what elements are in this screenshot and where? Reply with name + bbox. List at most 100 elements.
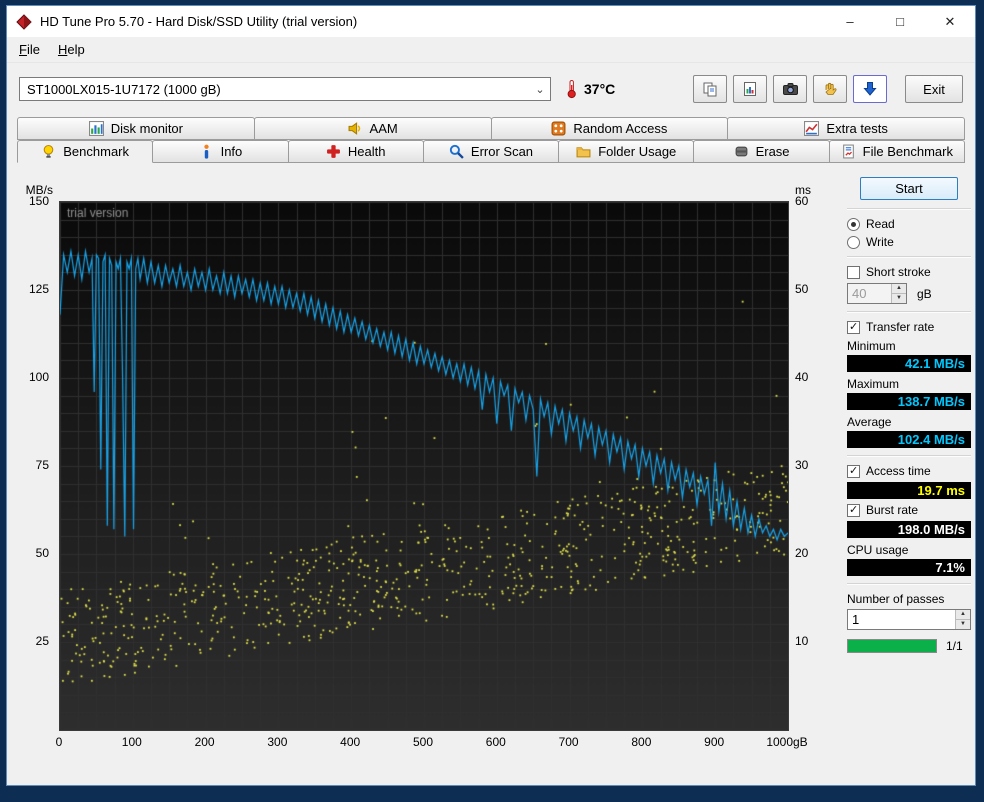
tab-label: File Benchmark [863,144,953,159]
tab-row-bottom: Benchmark Info Health [17,140,965,163]
tab-label: Erase [756,144,790,159]
camera-icon [782,81,799,97]
benchmark-page: MB/s ms 150125100755025 605040302010 010… [7,163,975,769]
x-tick: 900 [704,735,724,749]
read-radio[interactable] [847,218,860,231]
minimum-label: Minimum [847,339,971,353]
y-tick-right: 30 [795,458,808,472]
menubar: File Help [7,37,975,63]
write-radio-row[interactable]: Write [847,235,971,249]
benchmark-controls: Start Read Write Short stroke 40 ▲▼ gB [847,175,971,653]
tab-row-top: Disk monitor AAM Random Access [17,117,965,140]
tab-info[interactable]: Info [152,140,288,163]
separator [847,583,971,585]
transfer-rate-label: Transfer rate [866,320,934,334]
short-stroke-size-input[interactable]: 40 ▲▼ [847,283,907,304]
tab-erase[interactable]: Erase [693,140,829,163]
tab-health[interactable]: Health [288,140,424,163]
menu-file[interactable]: File [10,39,49,60]
short-stroke-checkbox[interactable] [847,266,860,279]
burst-rate-checkbox[interactable] [847,504,860,517]
chart-area: MB/s ms 150125100755025 605040302010 010… [13,163,841,769]
x-tick: 0 [56,735,63,749]
average-label: Average [847,415,971,429]
access-time-value: 19.7 ms [847,482,971,499]
exit-button[interactable]: Exit [905,75,963,103]
short-stroke-row[interactable]: Short stroke [847,265,971,279]
maximize-button[interactable]: □ [875,6,925,37]
read-radio-label: Read [866,217,895,231]
passes-label: Number of passes [847,592,971,606]
close-button[interactable]: ✕ [925,6,975,37]
y-tick-right: 40 [795,370,808,384]
download-button[interactable] [853,75,887,103]
magnifier-icon [449,144,464,159]
tab-label: Folder Usage [598,144,676,159]
read-radio-row[interactable]: Read [847,217,971,231]
tab-extra-tests[interactable]: Extra tests [727,117,965,140]
maximum-value: 138.7 MB/s [847,393,971,410]
download-arrow-icon [862,81,878,97]
tab-folder-usage[interactable]: Folder Usage [558,140,694,163]
x-tick: 300 [267,735,287,749]
tab-file-benchmark[interactable]: File Benchmark [829,140,965,163]
average-value: 102.4 MB/s [847,431,971,448]
x-tick: 100 [122,735,142,749]
save-image-button[interactable] [733,75,767,103]
menu-help[interactable]: Help [49,39,94,60]
tab-label: Info [221,144,243,159]
transfer-rate-row[interactable]: Transfer rate [847,320,971,334]
spinner-icon[interactable]: ▲▼ [955,610,970,629]
titlebar: HD Tune Pro 5.70 - Hard Disk/SSD Utility… [7,6,975,37]
options-button[interactable] [813,75,847,103]
eraser-icon [734,144,749,159]
tab-label: AAM [370,121,398,136]
tab-label: Health [348,144,386,159]
separator [847,311,971,313]
window-title: HD Tune Pro 5.70 - Hard Disk/SSD Utility… [40,14,357,29]
write-radio[interactable] [847,236,860,249]
progress-row: 1/1 [847,639,971,653]
tab-aam[interactable]: AAM [254,117,492,140]
file-benchmark-icon [841,144,856,159]
access-time-checkbox[interactable] [847,465,860,478]
y-axis-left: 150125100755025 [13,201,53,729]
copy-button[interactable] [693,75,727,103]
burst-rate-label: Burst rate [866,503,918,517]
tab-error-scan[interactable]: Error Scan [423,140,559,163]
tab-label: Random Access [573,121,667,136]
drive-selector[interactable]: ST1000LX015-1U7172 (1000 gB) ⌄ [19,77,551,101]
screenshot-button[interactable] [773,75,807,103]
benchmark-chart [59,201,789,731]
transfer-rate-checkbox[interactable] [847,321,860,334]
tab-random-access[interactable]: Random Access [491,117,729,140]
short-stroke-label: Short stroke [866,265,931,279]
access-time-label: Access time [866,464,931,478]
toolbar-buttons [693,75,887,103]
tab-benchmark[interactable]: Benchmark [17,140,153,163]
burst-rate-value: 198.0 MB/s [847,521,971,538]
minimize-button[interactable]: – [825,6,875,37]
y-tick-left: 125 [29,282,49,296]
info-icon [199,144,214,159]
folder-icon [576,144,591,159]
access-time-row[interactable]: Access time [847,464,971,478]
cpu-usage-label: CPU usage [847,543,971,557]
progress-label: 1/1 [946,639,963,653]
burst-rate-row[interactable]: Burst rate [847,503,971,517]
chevron-down-icon: ⌄ [530,83,550,96]
y-tick-left: 150 [29,194,49,208]
y-tick-right: 50 [795,282,808,296]
bar-chart-icon [89,121,104,136]
minimum-value: 42.1 MB/s [847,355,971,372]
y-tick-left: 25 [36,634,49,648]
spinner-icon[interactable]: ▲▼ [891,284,906,303]
x-tick: 800 [631,735,651,749]
tab-disk-monitor[interactable]: Disk monitor [17,117,255,140]
start-button[interactable]: Start [860,177,958,200]
window-controls: – □ ✕ [825,6,975,37]
tab-label: Error Scan [471,144,533,159]
passes-input[interactable]: 1 ▲▼ [847,609,971,630]
maximum-label: Maximum [847,377,971,391]
write-radio-label: Write [866,235,894,249]
